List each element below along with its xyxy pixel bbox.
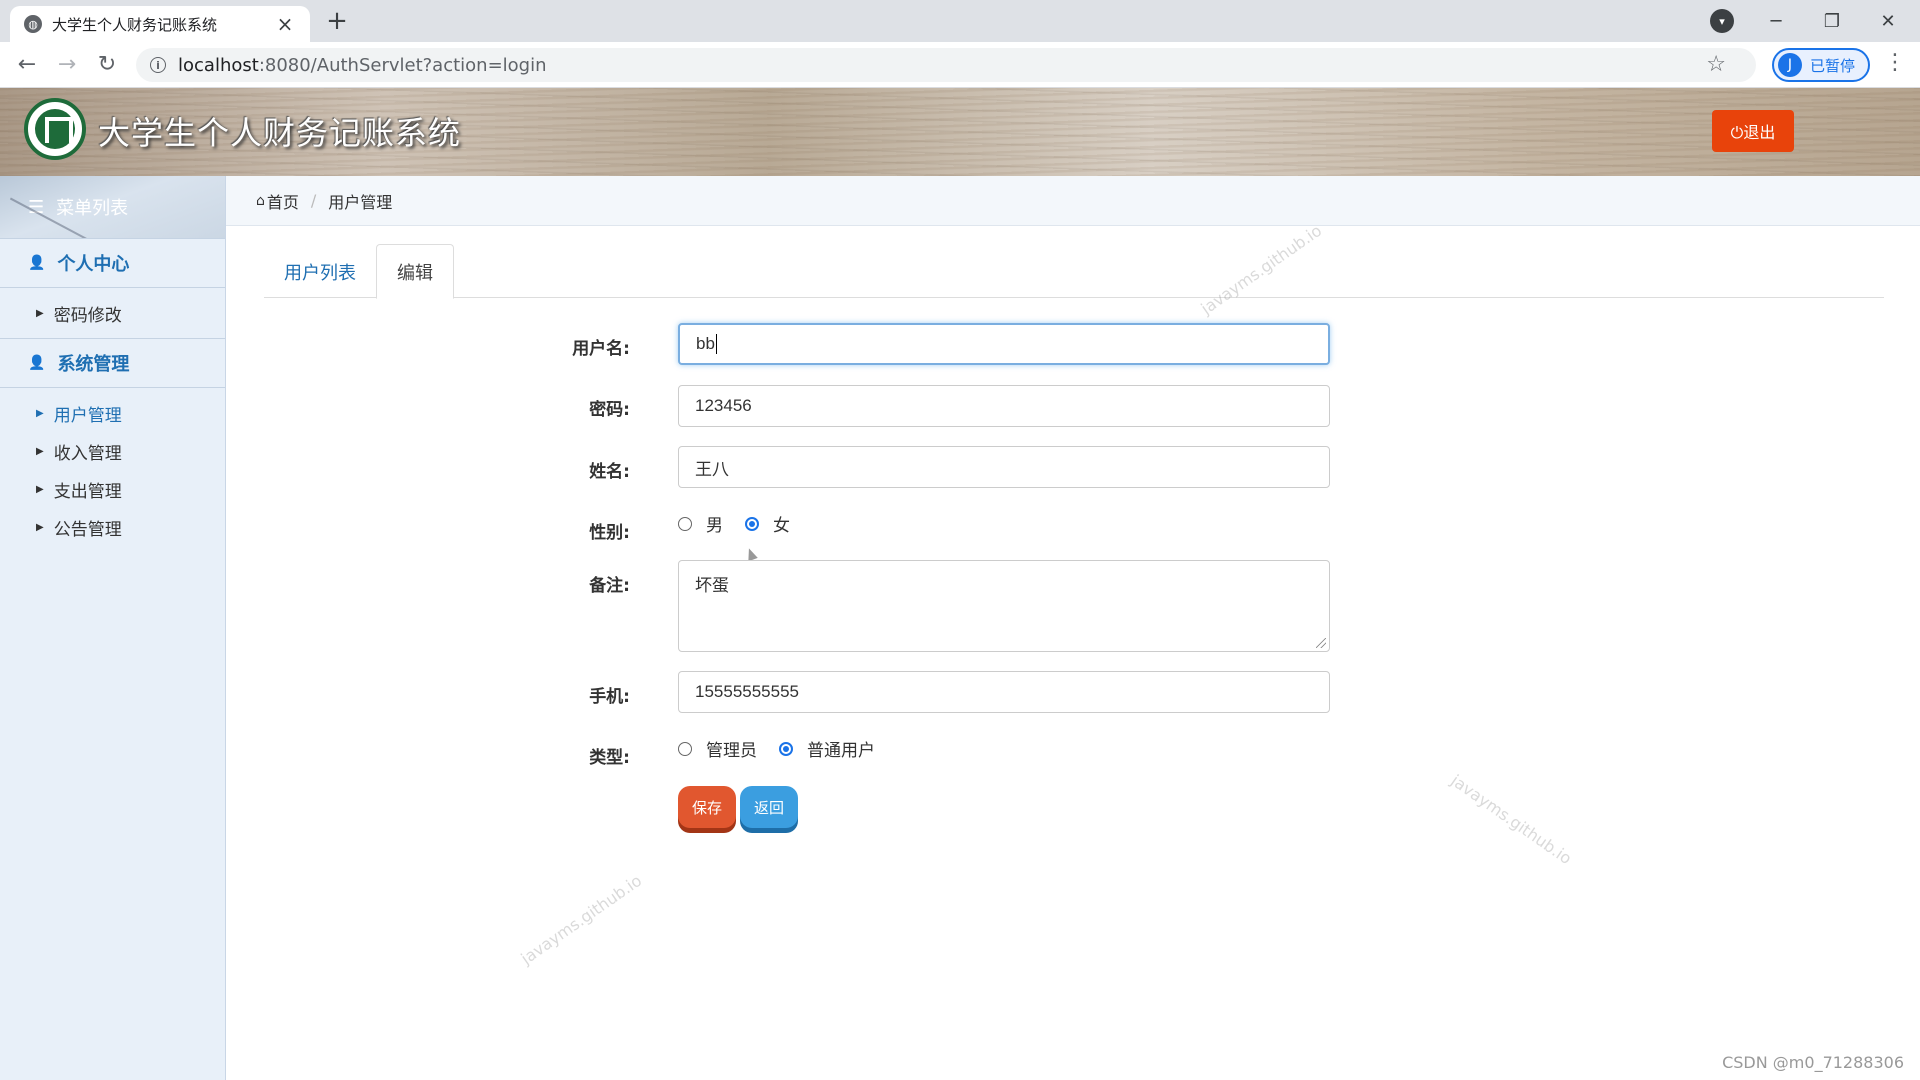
tab-title: 大学生个人财务记账系统 — [52, 15, 218, 34]
text-caret — [715, 334, 717, 354]
breadcrumb: ⌂ 首页 / 用户管理 — [226, 176, 1920, 226]
breadcrumb-separator: / — [310, 191, 317, 210]
sidebar-item-income[interactable]: ▶ 收入管理 — [0, 432, 225, 470]
more-menu-icon[interactable]: ⋮ — [1884, 50, 1906, 75]
window-close-icon[interactable]: ✕ — [1860, 0, 1916, 42]
sidebar-item-users[interactable]: ▶ 用户管理 — [0, 394, 225, 432]
info-icon[interactable]: i — [150, 57, 166, 73]
caret-right-icon: ▶ — [36, 307, 44, 319]
phone-input[interactable]: 15555555555 — [678, 671, 1330, 713]
app-header: 大学生个人财务记账系统 ⏻退出 — [0, 88, 1920, 176]
phone-value: 15555555555 — [695, 682, 800, 701]
minimize-icon[interactable]: ─ — [1748, 0, 1804, 42]
sidebar-section-system[interactable]: 👤 系统管理 — [0, 338, 225, 388]
password-input[interactable]: 123456 — [678, 385, 1330, 427]
username-label: 用户名: — [572, 339, 630, 359]
gender-female-label: 女 — [773, 516, 790, 536]
gender-male-label: 男 — [706, 516, 723, 536]
sidebar-item-label: 密码修改 — [53, 305, 122, 326]
tab-strip: 用户列表 编辑 — [264, 244, 1884, 299]
gender-label: 性别: — [589, 523, 630, 543]
globe-icon: ◍ — [24, 15, 42, 33]
caret-right-icon: ▶ — [36, 445, 44, 457]
resize-grip-icon[interactable] — [1316, 638, 1326, 648]
sidebar-section-label: 个人中心 — [57, 254, 130, 275]
home-icon: ⌂ — [256, 192, 265, 209]
url-host: localhost — [178, 54, 259, 76]
sidebar-item-label: 公告管理 — [53, 519, 122, 540]
remark-label: 备注: — [589, 576, 630, 596]
gender-female-radio[interactable] — [745, 516, 759, 531]
url-path: :8080/AuthServlet?action=login — [258, 54, 547, 76]
username-value: bb — [696, 334, 715, 353]
watermark: javayms.github.io — [1447, 770, 1576, 869]
sidebar-item-password[interactable]: ▶ 密码修改 — [0, 294, 225, 332]
url-input[interactable]: i localhost:8080/AuthServlet?action=logi… — [136, 48, 1756, 82]
browser-tab-bar: ◍ 大学生个人财务记账系统 × + ▾ ─ ❐ ✕ — [0, 0, 1920, 42]
sidebar-menu-header: ☰ 菜单列表 — [0, 176, 225, 238]
type-user-label: 普通用户 — [807, 741, 875, 761]
reload-icon[interactable]: ↻ — [92, 50, 122, 80]
close-icon[interactable]: × — [274, 12, 296, 36]
bookmark-star-icon[interactable]: ☆ — [1706, 52, 1726, 77]
type-label: 类型: — [589, 748, 630, 768]
profile-status-label: 已暂停 — [1810, 56, 1856, 75]
tab-edit[interactable]: 编辑 — [376, 244, 454, 299]
back-button[interactable]: 返回 — [740, 786, 798, 828]
sidebar-menu-title: 菜单列表 — [56, 198, 129, 219]
avatar: J — [1778, 53, 1802, 77]
name-input[interactable]: 王八 — [678, 446, 1330, 488]
sidebar-item-label: 收入管理 — [53, 443, 122, 464]
gender-male-radio[interactable] — [678, 516, 692, 531]
gender-radio-group: 男 女 — [678, 511, 812, 536]
type-admin-radio[interactable] — [678, 741, 692, 756]
username-input[interactable]: bb — [678, 323, 1330, 365]
sidebar-item-label: 支出管理 — [53, 481, 122, 502]
type-admin-label: 管理员 — [706, 741, 757, 761]
back-arrow-icon[interactable]: ← — [12, 50, 42, 80]
remark-textarea[interactable]: 坏蛋 — [678, 560, 1330, 652]
user-icon: 👤 — [28, 255, 46, 271]
watermark: javayms.github.io — [517, 870, 646, 969]
tab-user-list[interactable]: 用户列表 — [264, 244, 376, 299]
phone-label: 手机: — [589, 687, 630, 707]
browser-tab[interactable]: ◍ 大学生个人财务记账系统 × — [10, 6, 310, 42]
type-user-radio[interactable] — [779, 741, 793, 756]
name-value: 王八 — [695, 459, 729, 479]
user-icon: 👤 — [28, 355, 46, 371]
breadcrumb-current: 用户管理 — [328, 192, 393, 212]
save-button[interactable]: 保存 — [678, 786, 736, 828]
type-radio-group: 管理员 普通用户 — [678, 736, 897, 761]
caret-right-icon: ▶ — [36, 521, 44, 533]
address-bar: ← → ↻ i localhost:8080/AuthServlet?actio… — [0, 42, 1920, 88]
profile-button[interactable]: J 已暂停 — [1772, 48, 1870, 82]
sidebar: ☰ 菜单列表 👤 个人中心 ▶ 密码修改 👤 系统管理 ▶ 用户管理 ▶ 收入管… — [0, 176, 226, 1080]
sidebar-section-label: 系统管理 — [57, 354, 130, 375]
password-value: 123456 — [695, 396, 752, 415]
caret-right-icon: ▶ — [36, 407, 44, 419]
sidebar-section-personal[interactable]: 👤 个人中心 — [0, 238, 225, 288]
logout-button[interactable]: ⏻退出 — [1712, 110, 1794, 152]
sidebar-item-expense[interactable]: ▶ 支出管理 — [0, 470, 225, 508]
password-label: 密码: — [589, 400, 630, 420]
remark-value: 坏蛋 — [695, 576, 729, 595]
app-title: 大学生个人财务记账系统 — [98, 114, 462, 152]
sidebar-item-notice[interactable]: ▶ 公告管理 — [0, 508, 225, 546]
caret-right-icon: ▶ — [36, 483, 44, 495]
new-tab-button[interactable]: + — [322, 6, 352, 36]
list-icon: ☰ — [28, 196, 45, 218]
tab-search-icon[interactable]: ▾ — [1710, 9, 1734, 33]
university-logo — [24, 98, 86, 160]
name-label: 姓名: — [589, 462, 630, 482]
restore-icon[interactable]: ❐ — [1804, 0, 1860, 42]
footer-credit: CSDN @m0_71288306 — [1722, 1053, 1904, 1072]
forward-arrow-icon[interactable]: → — [52, 50, 82, 80]
url-text: localhost:8080/AuthServlet?action=login — [178, 55, 547, 76]
breadcrumb-home[interactable]: 首页 — [267, 189, 299, 213]
sidebar-item-label: 用户管理 — [53, 405, 122, 426]
